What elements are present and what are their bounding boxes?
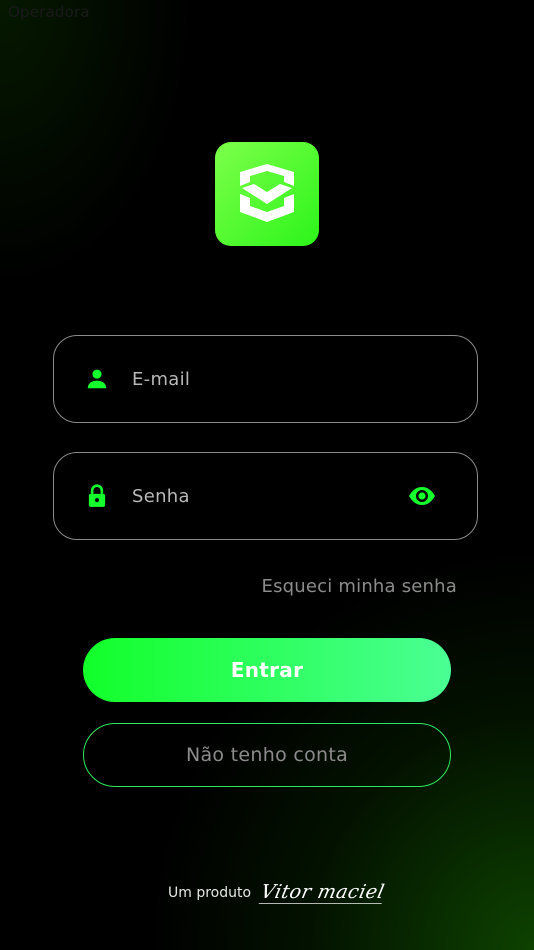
forgot-password-link[interactable]: Esqueci minha senha	[262, 576, 457, 597]
signup-button[interactable]: Não tenho conta	[83, 723, 451, 787]
password-input[interactable]	[132, 453, 392, 539]
password-field[interactable]	[53, 452, 478, 540]
person-icon	[87, 369, 107, 389]
brand-signature: Vitor maciel	[258, 881, 387, 904]
status-bar-carrier: Operadora	[8, 3, 90, 21]
eye-icon[interactable]	[407, 481, 437, 511]
shield-chevron-icon	[240, 164, 294, 222]
email-field[interactable]	[53, 335, 478, 423]
footer-credit: Um produto Vitor maciel	[168, 875, 387, 911]
email-input[interactable]	[132, 336, 392, 422]
footer-prefix: Um produto	[168, 885, 252, 901]
app-logo	[215, 142, 319, 246]
lock-icon	[88, 484, 106, 507]
login-button[interactable]: Entrar	[83, 638, 451, 702]
